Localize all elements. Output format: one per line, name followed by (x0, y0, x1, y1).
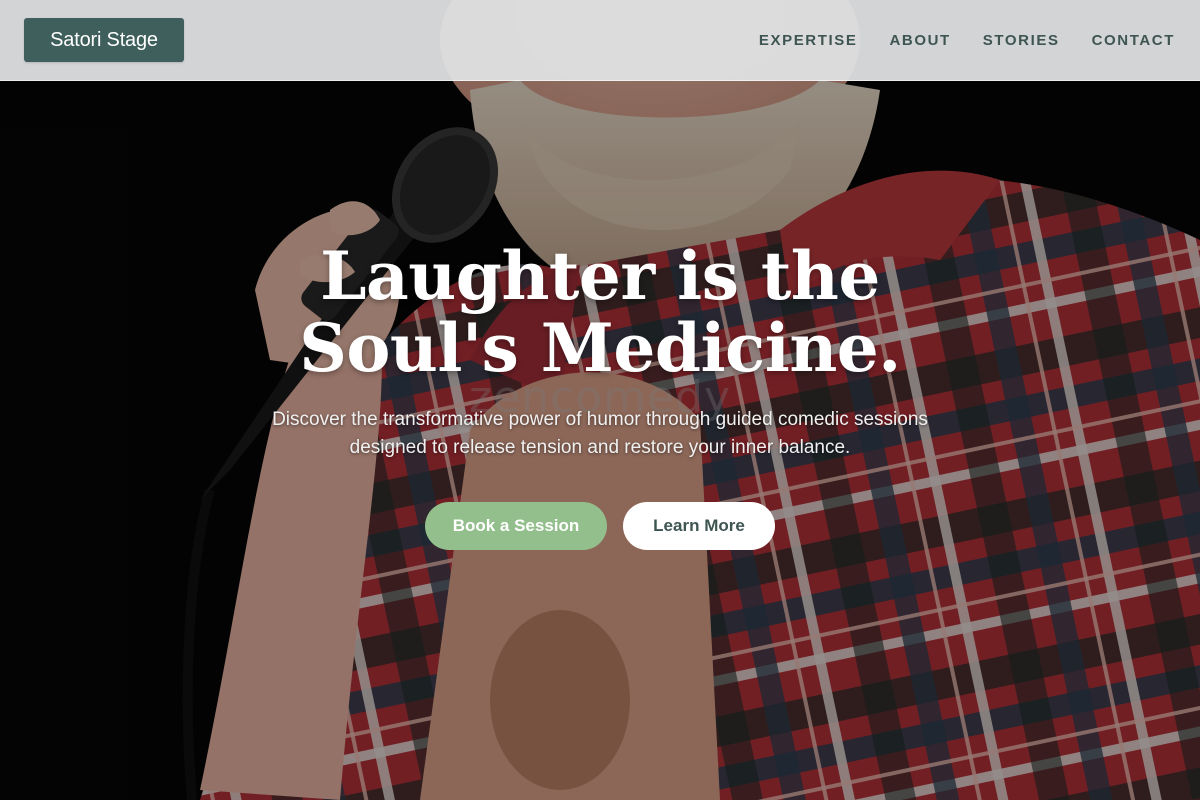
main-navigation: EXPERTISE ABOUT STORIES CONTACT (759, 32, 1175, 49)
hero-headline: Laughter is the Soul's Medicine. (299, 240, 901, 384)
brand-logo[interactable]: Satori Stage (24, 18, 184, 62)
hero-headline-line-2: Soul's Medicine. (299, 309, 901, 387)
learn-more-button[interactable]: Learn More (623, 502, 775, 550)
hero-headline-line-1: Laughter is the (320, 237, 880, 315)
nav-link-contact[interactable]: CONTACT (1092, 32, 1175, 49)
nav-link-expertise[interactable]: EXPERTISE (759, 32, 858, 49)
landing-page: Satori Stage EXPERTISE ABOUT STORIES CON… (0, 0, 1200, 800)
nav-link-about[interactable]: ABOUT (889, 32, 950, 49)
nav-link-stories[interactable]: STORIES (983, 32, 1060, 49)
site-header: Satori Stage EXPERTISE ABOUT STORIES CON… (0, 0, 1200, 81)
hero-cta-row: Book a Session Learn More (425, 502, 775, 550)
hero-subtext: Discover the transformative power of hum… (272, 409, 928, 458)
hero-section: Laughter is the Soul's Medicine. Discove… (0, 240, 1200, 550)
book-session-button[interactable]: Book a Session (425, 502, 607, 550)
